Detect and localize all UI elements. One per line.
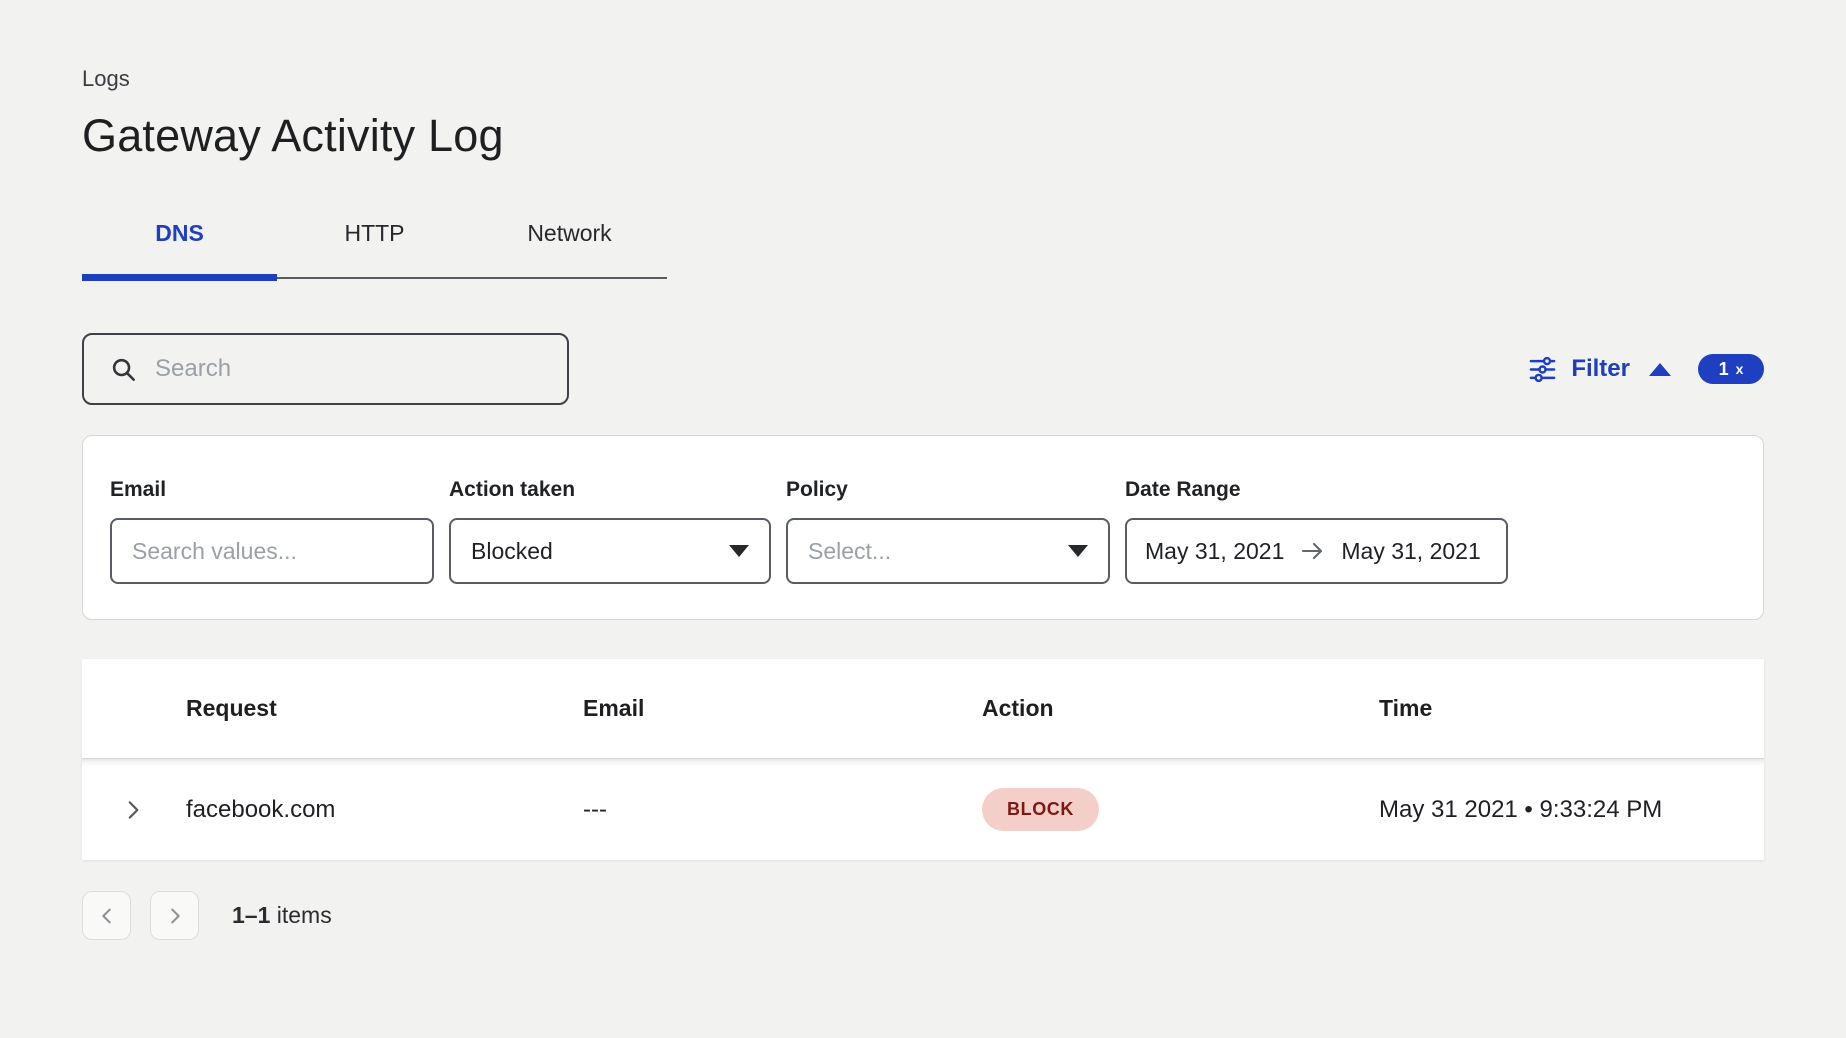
tab-dns-label: DNS bbox=[155, 220, 204, 246]
action-taken-value: Blocked bbox=[471, 538, 553, 565]
tab-network-label: Network bbox=[527, 220, 611, 246]
chevron-right-icon bbox=[164, 905, 186, 927]
toolbar: Filter 1 x bbox=[82, 333, 1764, 405]
filter-count: 1 bbox=[1719, 359, 1729, 380]
breadcrumb[interactable]: Logs bbox=[82, 66, 1764, 92]
block-action-badge: BLOCK bbox=[982, 788, 1099, 831]
action-taken-label: Action taken bbox=[449, 478, 771, 502]
search-box[interactable] bbox=[82, 333, 569, 405]
tab-http-label: HTTP bbox=[344, 220, 404, 246]
pagination: 1–1 items bbox=[82, 891, 1764, 940]
column-header-request: Request bbox=[184, 695, 583, 722]
chevron-down-icon bbox=[1068, 545, 1088, 557]
chevron-up-icon bbox=[1649, 363, 1671, 376]
search-input[interactable] bbox=[155, 355, 541, 383]
chevron-down-icon bbox=[729, 545, 749, 557]
items-range: 1–1 bbox=[232, 902, 270, 928]
filter-label: Filter bbox=[1571, 355, 1630, 383]
filter-panel: Email Action taken Blocked Policy Select… bbox=[82, 435, 1764, 620]
date-end: May 31, 2021 bbox=[1341, 538, 1480, 565]
field-email: Email bbox=[110, 478, 434, 584]
field-action-taken: Action taken Blocked bbox=[449, 478, 771, 584]
date-start: May 31, 2021 bbox=[1145, 538, 1284, 565]
cell-email: --- bbox=[583, 796, 982, 824]
search-icon bbox=[110, 356, 137, 383]
column-header-action: Action bbox=[982, 695, 1379, 722]
email-label: Email bbox=[110, 478, 434, 502]
tab-network[interactable]: Network bbox=[472, 220, 667, 279]
cell-time: May 31 2021 • 9:33:24 PM bbox=[1379, 796, 1764, 824]
column-header-email: Email bbox=[583, 695, 982, 722]
page-title: Gateway Activity Log bbox=[82, 110, 1764, 162]
tab-dns[interactable]: DNS bbox=[82, 220, 277, 279]
filter-count-badge[interactable]: 1 x bbox=[1698, 354, 1764, 384]
filter-toggle[interactable]: Filter 1 x bbox=[1527, 354, 1764, 385]
tab-http[interactable]: HTTP bbox=[277, 220, 472, 279]
filter-clear-x[interactable]: x bbox=[1736, 361, 1744, 377]
date-range-label: Date Range bbox=[1125, 478, 1508, 502]
cell-request: facebook.com bbox=[184, 796, 583, 824]
prev-page-button[interactable] bbox=[82, 891, 131, 940]
items-word: items bbox=[277, 902, 332, 928]
action-taken-select[interactable]: Blocked bbox=[449, 518, 771, 584]
activity-log-table: Request Email Action Time facebook.com -… bbox=[82, 659, 1764, 860]
page: Logs Gateway Activity Log DNS HTTP Netwo… bbox=[0, 0, 1846, 940]
email-input-box[interactable] bbox=[110, 518, 434, 584]
table-header-row: Request Email Action Time bbox=[82, 659, 1764, 759]
tab-bar: DNS HTTP Network bbox=[82, 220, 667, 279]
chevron-right-icon bbox=[120, 797, 146, 823]
email-input[interactable] bbox=[132, 538, 412, 565]
arrow-right-icon bbox=[1300, 541, 1325, 561]
date-range-picker[interactable]: May 31, 2021 May 31, 2021 bbox=[1125, 518, 1508, 584]
next-page-button[interactable] bbox=[150, 891, 199, 940]
column-header-time: Time bbox=[1379, 695, 1764, 722]
items-count: 1–1 items bbox=[232, 902, 332, 929]
field-policy: Policy Select... bbox=[786, 478, 1110, 584]
table-row: facebook.com --- BLOCK May 31 2021 • 9:3… bbox=[82, 759, 1764, 860]
policy-value: Select... bbox=[808, 538, 891, 565]
filter-sliders-icon bbox=[1527, 354, 1558, 385]
cell-action: BLOCK bbox=[982, 788, 1379, 831]
chevron-left-icon bbox=[96, 905, 118, 927]
policy-label: Policy bbox=[786, 478, 1110, 502]
policy-select[interactable]: Select... bbox=[786, 518, 1110, 584]
field-date-range: Date Range May 31, 2021 May 31, 2021 bbox=[1125, 478, 1508, 584]
row-expander[interactable] bbox=[82, 797, 184, 823]
